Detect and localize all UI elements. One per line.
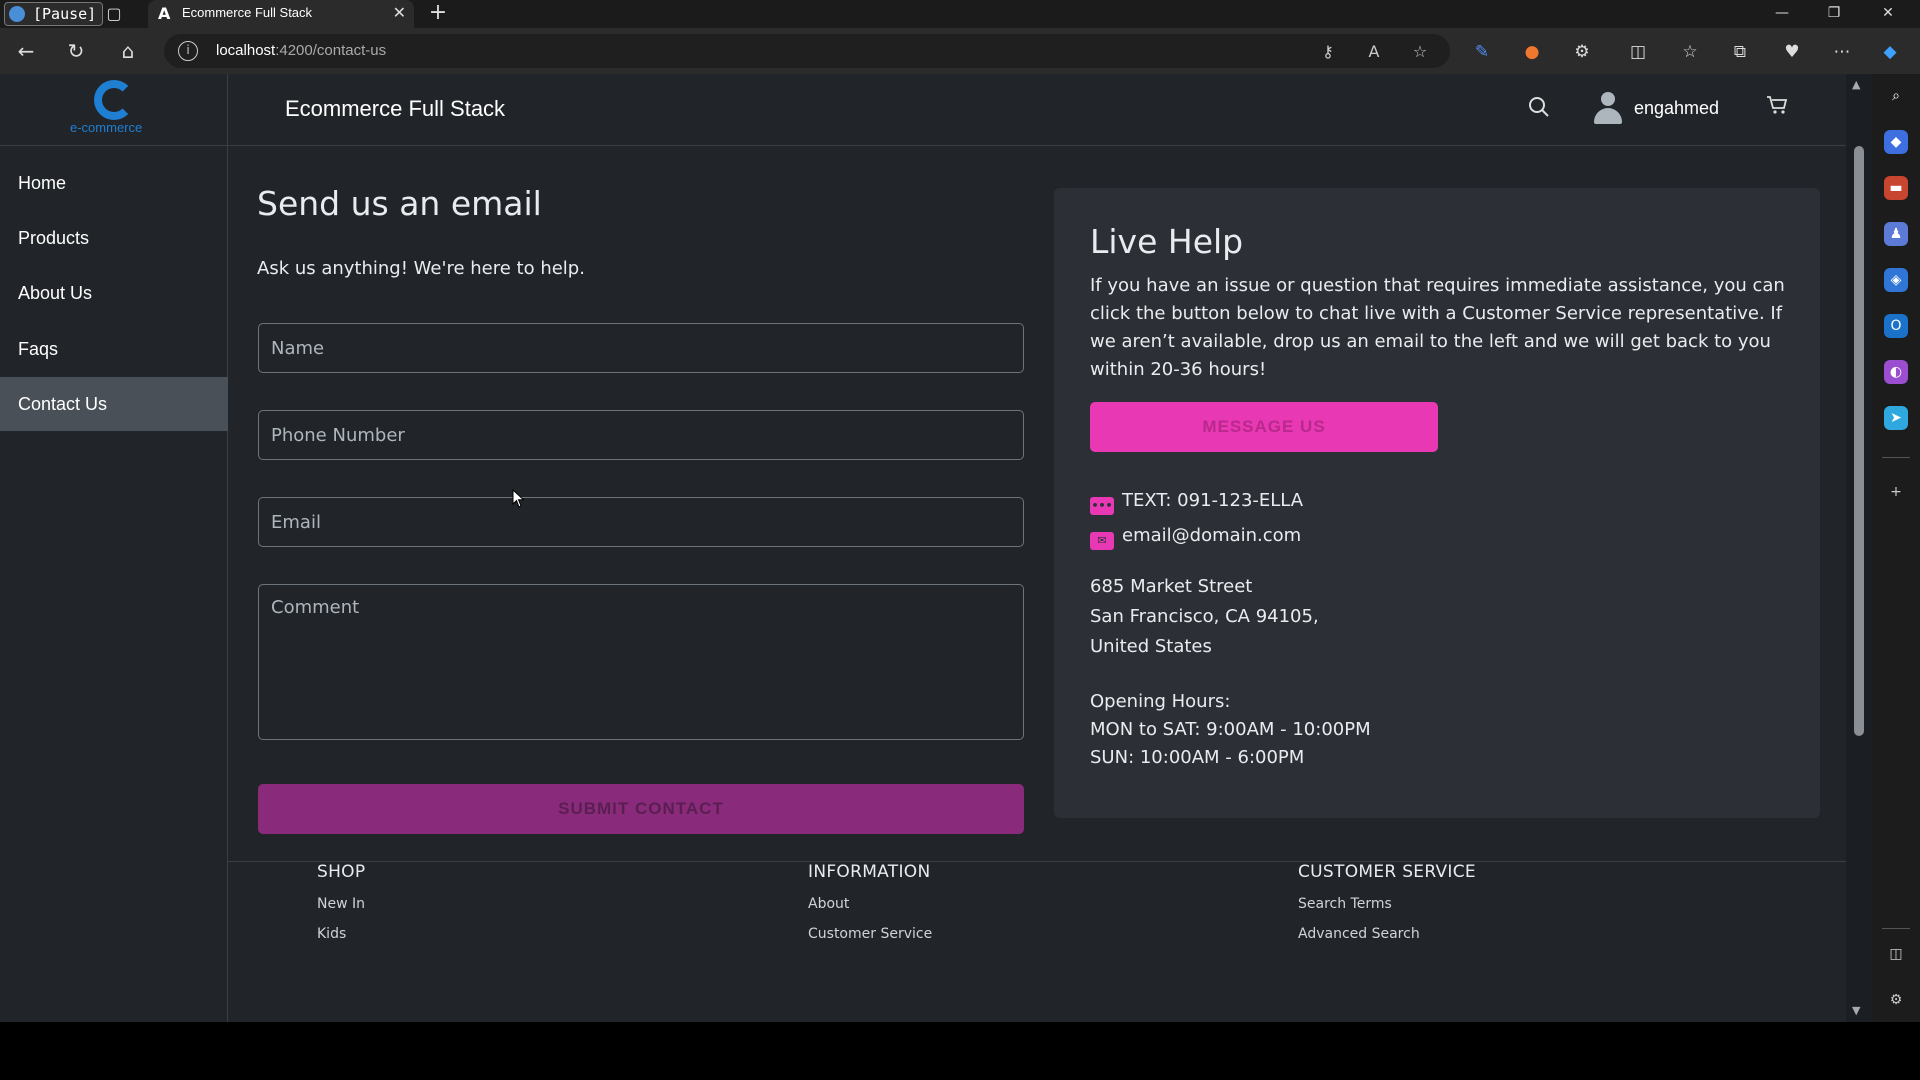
tools-icon[interactable]: ▬ [1884, 176, 1908, 200]
favorite-star-icon[interactable]: ☆ [1408, 40, 1432, 64]
tab-title: Ecommerce Full Stack [182, 5, 313, 20]
screen-bottom-area [0, 1022, 1920, 1080]
top-navbar: Ecommerce Full Stack engahmed [228, 74, 1846, 146]
edge-sidebar: ⌕ ◆ ▬ ♟ ◈ O ◐ ➤ + ◫ ⚙ [1872, 74, 1920, 1022]
mouse-cursor-icon [512, 488, 526, 509]
footer-information-column: INFORMATION About Customer Service [808, 862, 932, 942]
logo[interactable]: e-commerce [0, 74, 228, 146]
footer-heading: CUSTOMER SERVICE [1298, 862, 1476, 882]
new-tab-button[interactable]: + [424, 0, 452, 28]
logo-text: e-commerce [70, 120, 143, 135]
designer-icon[interactable]: ◐ [1884, 360, 1908, 384]
more-menu-icon[interactable]: ⋯ [1828, 38, 1856, 66]
minimize-button[interactable]: — [1756, 0, 1808, 28]
browser-essentials-icon[interactable]: ♥ [1778, 38, 1806, 66]
comment-field[interactable] [258, 584, 1024, 740]
address: 685 Market Street San Francisco, CA 9410… [1090, 576, 1319, 657]
extension-icon[interactable]: ● [1518, 38, 1546, 66]
footer-link-about[interactable]: About [808, 896, 932, 912]
angular-favicon-icon: A [158, 4, 171, 23]
add-icon[interactable]: + [1884, 480, 1908, 504]
sidebar-item-faqs[interactable]: Faqs [0, 322, 228, 376]
message-us-button[interactable]: MESSAGE US [1090, 402, 1438, 452]
opening-hours: Opening Hours: MON to SAT: 9:00AM - 10:0… [1090, 691, 1371, 768]
text-contact: ••• TEXT: 091-123-ELLA [1090, 490, 1303, 515]
shopping-icon[interactable]: ◆ [1884, 130, 1908, 154]
extensions-icon[interactable]: ⚙ [1568, 38, 1596, 66]
scrollbar-thumb[interactable] [1854, 146, 1864, 736]
split-screen-icon[interactable]: ◫ [1624, 38, 1652, 66]
page-scrollbar[interactable]: ▲ ▼ [1846, 74, 1872, 1022]
favorites-icon[interactable]: ☆ [1676, 38, 1704, 66]
sidebar-item-home[interactable]: Home [0, 156, 228, 210]
sidebar-divider [1882, 928, 1910, 929]
brand-title[interactable]: Ecommerce Full Stack [285, 96, 505, 122]
email-contact[interactable]: ✉ email@domain.com [1090, 525, 1301, 550]
footer-heading: INFORMATION [808, 862, 931, 882]
read-aloud-icon[interactable]: A [1362, 40, 1386, 64]
logo-icon [94, 80, 134, 120]
profile-icon [9, 6, 25, 22]
footer-link-search-terms[interactable]: Search Terms [1298, 896, 1476, 912]
live-help-card: Live Help If you have an issue or questi… [1054, 188, 1820, 818]
copilot-sidebar-icon[interactable]: ◈ [1884, 268, 1908, 292]
contact-form-heading: Send us an email [257, 184, 542, 223]
footer-link-kids[interactable]: Kids [317, 926, 365, 942]
footer-shop-column: SHOP New In Kids [317, 862, 365, 942]
pen-extension-icon[interactable]: ✎ [1468, 38, 1496, 66]
outlook-icon[interactable]: O [1884, 314, 1908, 338]
footer-link-new-in[interactable]: New In [317, 896, 365, 912]
browser-toolbar: ← ↻ ⌂ i localhost:4200/contact-us ⚷ A ☆ … [0, 28, 1920, 74]
app-root: e-commerce Home Products About Us Faqs C… [0, 74, 1846, 1022]
site-info-icon[interactable]: i [178, 41, 198, 61]
submit-contact-button[interactable]: SUBMIT CONTACT [258, 784, 1024, 834]
copilot-icon[interactable]: ◆ [1876, 38, 1904, 66]
sidebar-divider [1882, 457, 1910, 458]
scroll-down-icon[interactable]: ▼ [1852, 1004, 1860, 1017]
collections-icon[interactable]: ⧉ [1726, 38, 1754, 66]
sidebar: e-commerce Home Products About Us Faqs C… [0, 74, 228, 1022]
sidebar-item-about-us[interactable]: About Us [0, 266, 228, 320]
pause-badge[interactable]: [Pause] [4, 2, 104, 26]
key-icon[interactable]: ⚷ [1316, 40, 1340, 64]
chat-icon: ••• [1090, 497, 1114, 515]
tab-actions-icon[interactable]: ▢ [102, 2, 126, 26]
footer-divider [228, 861, 1846, 862]
email-field[interactable] [258, 497, 1024, 547]
footer-link-advanced-search[interactable]: Advanced Search [1298, 926, 1476, 942]
browser-titlebar: [Pause] ▢ A Ecommerce Full Stack ✕ + — ❐… [0, 0, 1920, 28]
username[interactable]: engahmed [1634, 98, 1719, 119]
live-help-text: If you have an issue or question that re… [1090, 275, 1785, 380]
close-tab-icon[interactable]: ✕ [393, 3, 406, 22]
gear-icon[interactable]: ⚙ [1884, 988, 1908, 1012]
scroll-up-icon[interactable]: ▲ [1852, 78, 1860, 91]
main-content: Send us an email Ask us anything! We're … [228, 146, 1846, 1022]
sidebar-toggle-icon[interactable]: ◫ [1884, 942, 1908, 966]
envelope-icon: ✉ [1090, 532, 1114, 550]
close-window-button[interactable]: ✕ [1862, 0, 1914, 28]
live-help-title: Live Help [1090, 222, 1244, 261]
avatar-icon[interactable] [1592, 92, 1624, 126]
home-icon[interactable]: ⌂ [114, 38, 142, 64]
footer-customer-service-column: CUSTOMER SERVICE Search Terms Advanced S… [1298, 862, 1476, 942]
search-icon[interactable] [1528, 96, 1554, 122]
search-icon[interactable]: ⌕ [1884, 84, 1908, 108]
refresh-icon[interactable]: ↻ [62, 38, 90, 64]
sidebar-item-contact-us[interactable]: Contact Us [0, 377, 228, 431]
send-icon[interactable]: ➤ [1884, 406, 1908, 430]
phone-number-field[interactable] [258, 410, 1024, 460]
address-bar[interactable]: i localhost:4200/contact-us ⚷ A ☆ [164, 34, 1450, 68]
restore-button[interactable]: ❐ [1808, 0, 1860, 28]
cart-icon[interactable] [1766, 94, 1792, 120]
games-icon[interactable]: ♟ [1884, 222, 1908, 246]
name-field[interactable] [258, 323, 1024, 373]
footer-heading: SHOP [317, 862, 366, 882]
sidebar-item-products[interactable]: Products [0, 211, 228, 265]
footer-link-customer-service[interactable]: Customer Service [808, 926, 932, 942]
url-text: localhost:4200/contact-us [216, 42, 387, 59]
back-icon[interactable]: ← [12, 38, 40, 64]
browser-tab[interactable]: A Ecommerce Full Stack ✕ [148, 0, 414, 28]
contact-form-subheading: Ask us anything! We're here to help. [257, 258, 585, 279]
